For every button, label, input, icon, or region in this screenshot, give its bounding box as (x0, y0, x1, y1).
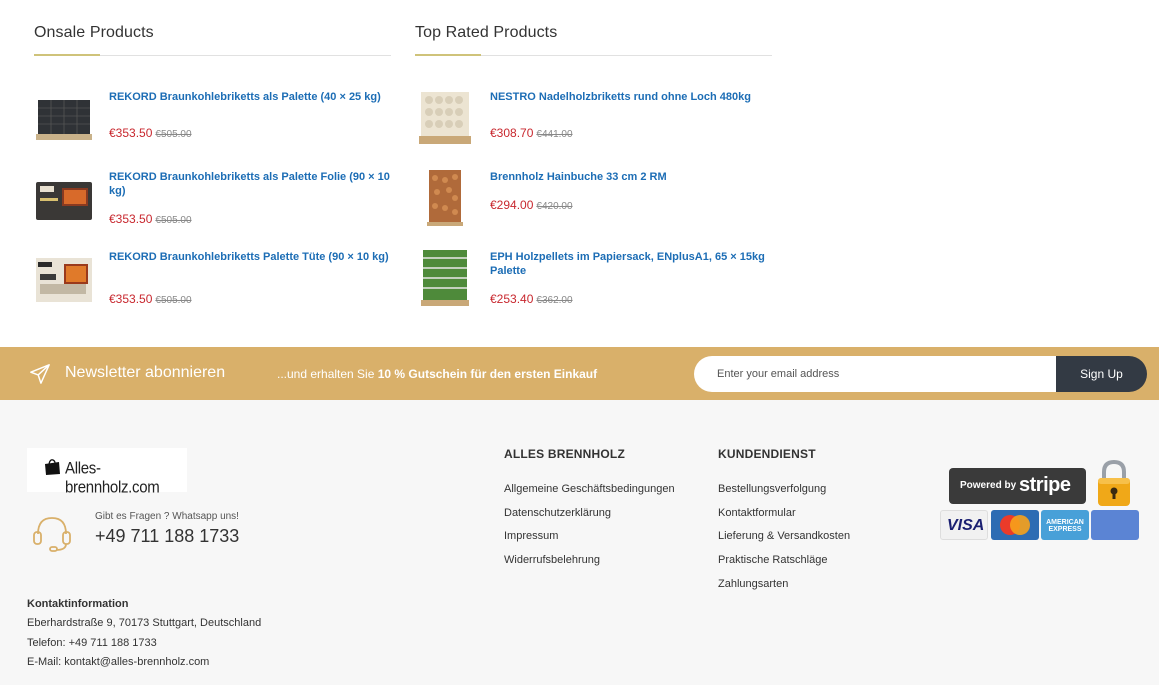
footer-column-title: KUNDENDIENST (718, 447, 816, 461)
footer-link-lieferung[interactable]: Lieferung & Versandkosten (718, 530, 850, 542)
footer-link-widerruf[interactable]: Widerrufsbelehrung (504, 554, 675, 566)
product-item[interactable]: REKORD Braunkohlebriketts als Palette Fo… (34, 166, 391, 246)
regular-price: €505.00 (155, 295, 192, 306)
top-rated-list: NESTRO Nadelholzbriketts rund ohne Loch … (415, 86, 772, 326)
product-link[interactable]: REKORD Braunkohlebriketts als Palette (4… (109, 90, 391, 104)
product-thumbnail[interactable] (415, 168, 475, 228)
newsletter-subtitle-highlight: 10 % Gutschein für den ersten Einkauf (377, 367, 598, 381)
newsletter-bar: Newsletter abonnieren ...und erhalten Si… (0, 347, 1159, 400)
padlock-icon (1098, 459, 1130, 506)
footer-column-title: ALLES BRENNHOLZ (504, 447, 625, 461)
sale-price: €308.70 (490, 126, 534, 140)
product-item[interactable]: NESTRO Nadelholzbriketts rund ohne Loch … (415, 86, 772, 166)
product-price: €308.70 €441.00 (490, 126, 573, 140)
contact-email[interactable]: E-Mail: kontakt@alles-brennholz.com (27, 656, 209, 668)
stripe-wordmark: stripe (1019, 474, 1071, 496)
regular-price: €505.00 (155, 129, 192, 140)
stripe-badge: Powered by stripe (949, 468, 1086, 504)
product-link[interactable]: EPH Holzpellets im Papiersack, ENplusA1,… (490, 250, 772, 278)
product-link[interactable]: Brennholz Hainbuche 33 cm 2 RM (490, 170, 772, 184)
onsale-title: Onsale Products (34, 24, 154, 41)
footer-column-alles-brennholz: ALLES BRENNHOLZ Allgemeine Geschäftsbedi… (504, 447, 675, 578)
amex-wordmark: AMERICAN EXPRESS (1046, 519, 1084, 533)
newsletter-subtitle: ...und erhalten Sie 10 % Gutschein für d… (277, 367, 597, 381)
regular-price: €420.00 (536, 201, 573, 212)
footer-link-kontaktformular[interactable]: Kontaktformular (718, 507, 850, 519)
contact-heading: Kontaktinformation (27, 598, 129, 610)
regular-price: €505.00 (155, 215, 192, 226)
footer-link-zahlungsarten[interactable]: Zahlungsarten (718, 578, 850, 590)
product-item[interactable]: Brennholz Hainbuche 33 cm 2 RM €294.00 €4… (415, 166, 772, 246)
top-rated-products-column: Top Rated Products NESTRO Nadelholzbrike… (415, 24, 772, 306)
divider-accent (34, 54, 100, 56)
newsletter-title: Newsletter abonnieren (65, 364, 226, 381)
contact-address: Eberhardstraße 9, 70173 Stuttgart, Deuts… (27, 617, 262, 629)
sign-up-button[interactable]: Sign Up (1056, 356, 1147, 392)
product-link[interactable]: NESTRO Nadelholzbriketts rund ohne Loch … (490, 90, 772, 104)
product-link[interactable]: REKORD Braunkohlebriketts Palette Tüte (… (109, 250, 391, 264)
onsale-products-column: Onsale Products REKORD Braunkohlebrikett… (34, 24, 391, 306)
sale-price: €353.50 (109, 292, 153, 306)
newsletter-subtitle-prefix: ...und erhalten Sie (277, 367, 378, 381)
product-thumbnail[interactable] (415, 88, 475, 148)
paper-plane-icon (30, 364, 50, 384)
sale-price: €353.50 (109, 126, 153, 140)
product-price: €253.40 €362.00 (490, 292, 573, 306)
product-thumbnail[interactable] (415, 248, 475, 308)
product-item[interactable]: REKORD Braunkohlebriketts Palette Tüte (… (34, 246, 391, 326)
divider-accent (415, 54, 481, 56)
american-express-icon: AMERICAN EXPRESS (1041, 510, 1089, 540)
payment-card-icon (1091, 510, 1139, 540)
logo-text: Alles-brennholz.com (65, 459, 160, 497)
sale-price: €253.40 (490, 292, 534, 306)
footer-link-bestellungsverfolgung[interactable]: Bestellungsverfolgung (718, 483, 850, 495)
site-logo[interactable]: Alles-brennholz.com (27, 448, 187, 497)
product-item[interactable]: EPH Holzpellets im Papiersack, ENplusA1,… (415, 246, 772, 326)
onsale-list: REKORD Braunkohlebriketts als Palette (4… (34, 86, 391, 326)
visa-wordmark: VISA (947, 517, 985, 534)
visa-card-icon: VISA (940, 510, 988, 540)
product-price: €353.50 €505.00 (109, 292, 192, 306)
shopping-bag-icon (45, 459, 60, 475)
newsletter-email-input[interactable] (694, 356, 1056, 392)
contact-phone[interactable]: Telefon: +49 711 188 1733 (27, 637, 157, 649)
product-price: €294.00 €420.00 (490, 198, 573, 212)
footer: Alles-brennholz.com Gibt es Fragen ? Wha… (0, 400, 1159, 685)
footer-link-datenschutz[interactable]: Datenschutzerklärung (504, 507, 675, 519)
sale-price: €294.00 (490, 198, 534, 212)
footer-column-kundendienst: KUNDENDIENST Bestellungsverfolgung Konta… (718, 447, 850, 601)
headset-icon (33, 517, 71, 552)
footer-link-agb[interactable]: Allgemeine Geschäftsbedingungen (504, 483, 675, 495)
product-price: €353.50 €505.00 (109, 126, 192, 140)
mastercard-icon (991, 510, 1039, 540)
footer-link-ratschlaege[interactable]: Praktische Ratschläge (718, 554, 850, 566)
support-phone[interactable]: +49 711 188 1733 (95, 526, 239, 547)
payment-badges: Powered by stripe VISA AMERICAN EXPRESS (940, 458, 1140, 546)
footer-link-impressum[interactable]: Impressum (504, 530, 675, 542)
product-link[interactable]: REKORD Braunkohlebriketts als Palette Fo… (109, 170, 391, 198)
top-rated-title: Top Rated Products (415, 24, 558, 41)
sale-price: €353.50 (109, 212, 153, 226)
product-thumbnail[interactable] (34, 248, 94, 308)
product-thumbnail[interactable] (34, 168, 94, 228)
regular-price: €441.00 (536, 129, 573, 140)
regular-price: €362.00 (536, 295, 573, 306)
product-widgets: Onsale Products REKORD Braunkohlebrikett… (0, 0, 1159, 347)
support-question: Gibt es Fragen ? Whatsapp uns! (95, 511, 239, 522)
product-price: €353.50 €505.00 (109, 212, 192, 226)
product-item[interactable]: REKORD Braunkohlebriketts als Palette (4… (34, 86, 391, 166)
product-thumbnail[interactable] (34, 88, 94, 148)
stripe-powered-by: Powered by (960, 480, 1017, 491)
